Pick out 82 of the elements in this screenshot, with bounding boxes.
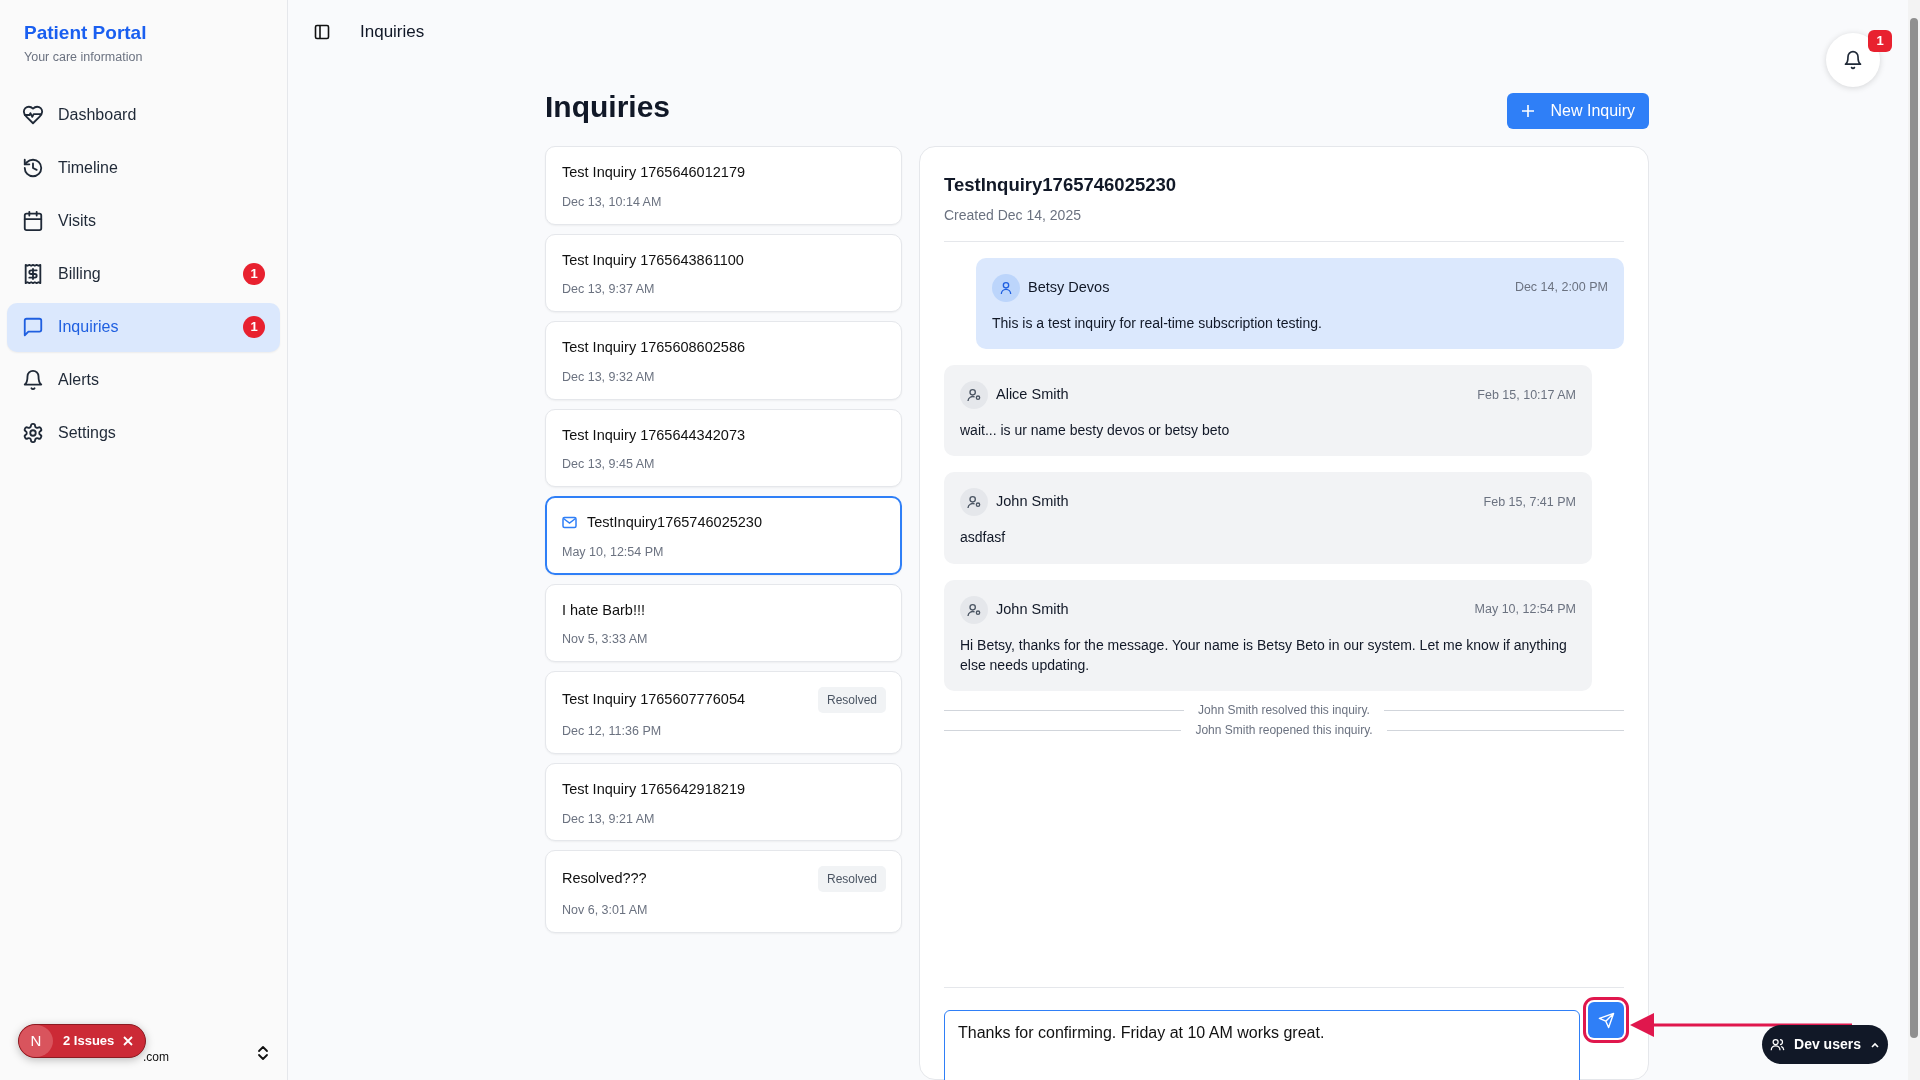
- user-email: .com: [143, 1049, 169, 1066]
- avatar-icon: [992, 273, 1020, 302]
- message-time: Dec 14, 2:00 PM: [1514, 279, 1608, 297]
- inquiry-title: Test Inquiry 1765643861100: [562, 250, 744, 270]
- inquiry-card[interactable]: Test Inquiry 1765642918219 Dec 13, 9:21 AM: [545, 762, 902, 842]
- inquiry-card[interactable]: Test Inquiry 1765643861100 Dec 13, 9:37 AM: [545, 233, 902, 312]
- inquiry-date: Nov 5, 3:33 AM: [562, 631, 649, 649]
- inquiry-title: Test Inquiry 1765608602586: [562, 338, 745, 357]
- send-icon: [1597, 1011, 1615, 1029]
- inquiry-title: Test Inquiry 1765607776054: [562, 690, 745, 710]
- issues-button[interactable]: N 2 Issues: [18, 1024, 146, 1058]
- inquiry-card[interactable]: Test Inquiry 1765644342073 Dec 13, 9:45 AM: [545, 408, 902, 487]
- reply-field[interactable]: Thanks for confirming. Friday at 10 AM works great.: [944, 1010, 1580, 1080]
- brand-title: Patient Portal: [23, 22, 148, 45]
- inquiry-date: Nov 6, 3:01 AM: [562, 902, 649, 920]
- message-time: May 10, 12:54 PM: [1474, 601, 1576, 619]
- inquiry-card[interactable]: I hate Barb!!! Nov 5, 3:33 AM: [545, 583, 902, 662]
- sidebar-item[interactable]: Visits: [7, 196, 280, 246]
- activity-note: John Smith reopened this inquiry.: [1195, 722, 1373, 740]
- inquiry-heading: TestInquiry1765746025230: [944, 173, 1178, 197]
- bell-icon: [22, 369, 44, 392]
- inquiry-date: Dec 13, 9:37 AM: [562, 281, 656, 299]
- avatar-initial: N: [19, 1025, 53, 1057]
- author-name: John Smith: [996, 492, 1069, 512]
- count-badge: 1: [243, 316, 265, 339]
- author-name: John Smith: [996, 599, 1069, 619]
- inquiry-date: Dec 13, 9:21 AM: [562, 810, 656, 828]
- sidebar-item[interactable]: Inquiries 1: [7, 302, 280, 352]
- users-icon: [1770, 1037, 1786, 1052]
- inquiry-date: Dec 13, 10:14 AM: [562, 193, 663, 211]
- message-text: Hi Betsy, thanks for the message. Your name is Betsy Beto in our system. Let me know if anything else needs updating.: [960, 635, 1568, 675]
- inquiry-title: Test Inquiry 1765642918219: [562, 779, 745, 799]
- plus-icon: [1520, 104, 1535, 118]
- count-badge: 1: [243, 263, 265, 286]
- inquiry-card[interactable]: Test Inquiry 1765646012179 Dec 13, 10:14 AM: [545, 146, 902, 225]
- breadcrumb-title: Inquiries: [360, 21, 425, 44]
- sidebar-toggle-icon[interactable]: [314, 24, 330, 40]
- created-date: Created Dec 14, 2025: [944, 205, 1082, 225]
- inquiry-title: I hate Barb!!!: [562, 600, 646, 620]
- sidebar-item[interactable]: Dashboard: [7, 90, 280, 140]
- inquiry-date: Dec 12, 11:36 PM: [562, 723, 663, 740]
- inquiry-card[interactable]: Test Inquiry 1765607776054 Resolved Dec 12, 11:36 PM: [545, 671, 902, 754]
- avatar-icon: [960, 381, 988, 410]
- new-inquiry-button[interactable]: New Inquiry: [1506, 93, 1649, 129]
- inquiry-date: May 10, 12:54 PM: [562, 543, 665, 561]
- inquiry-card[interactable]: Test Inquiry 1765608602586 Dec 13, 9:32 AM: [545, 321, 902, 400]
- dev-users-button[interactable]: Dev users: [1762, 1025, 1888, 1064]
- inquiry-card[interactable]: Resolved??? Resolved Nov 6, 3:01 AM: [545, 850, 902, 933]
- inquiry-title: Resolved???: [562, 869, 647, 889]
- history-icon: [22, 157, 44, 180]
- notification-count: 1: [1868, 30, 1892, 52]
- inquiry-date: Dec 13, 9:45 AM: [562, 456, 656, 474]
- page-title: Inquiries: [545, 89, 671, 125]
- scrollbar[interactable]: [1908, 0, 1920, 1080]
- sidebar-item[interactable]: Billing 1: [7, 249, 280, 299]
- message-text: wait... is ur name besty devos or betsy beto: [960, 421, 1231, 441]
- avatar-icon: [960, 595, 988, 624]
- calendar-icon: [22, 210, 44, 233]
- sidebar-item[interactable]: Alerts: [7, 355, 280, 405]
- sidebar-item[interactable]: Settings: [7, 408, 280, 458]
- brand-tagline: Your care information: [23, 48, 144, 66]
- message-text: asdfasf: [960, 528, 1007, 548]
- status-badge: Resolved: [817, 866, 886, 893]
- activity-note: John Smith resolved this inquiry.: [1198, 702, 1370, 720]
- message-time: Feb 15, 7:41 PM: [1483, 493, 1576, 511]
- author-name: Alice Smith: [996, 385, 1069, 405]
- inquiry-title: Test Inquiry 1765644342073: [562, 425, 745, 445]
- bell-icon: [1843, 50, 1863, 70]
- message-time: Feb 15, 10:17 AM: [1477, 386, 1576, 404]
- inquiry-title: Test Inquiry 1765646012179: [562, 163, 745, 182]
- inquiry-title: TestInquiry1765746025230: [587, 513, 762, 532]
- receipt-dollar-icon: [22, 263, 44, 286]
- heart-pulse-icon: [22, 104, 44, 127]
- inquiry-date: Dec 13, 9:32 AM: [562, 368, 656, 386]
- message-text: This is a test inquiry for real-time subscription testing.: [992, 313, 1323, 333]
- inquiry-card[interactable]: TestInquiry1765746025230 May 10, 12:54 PM: [545, 496, 902, 575]
- avatar-icon: [960, 488, 988, 517]
- sidebar-item[interactable]: Timeline: [7, 143, 280, 193]
- author-name: Betsy Devos: [1028, 277, 1110, 297]
- close-icon[interactable]: [121, 1035, 134, 1047]
- settings-icon: [22, 422, 44, 445]
- status-badge: Resolved: [817, 687, 886, 713]
